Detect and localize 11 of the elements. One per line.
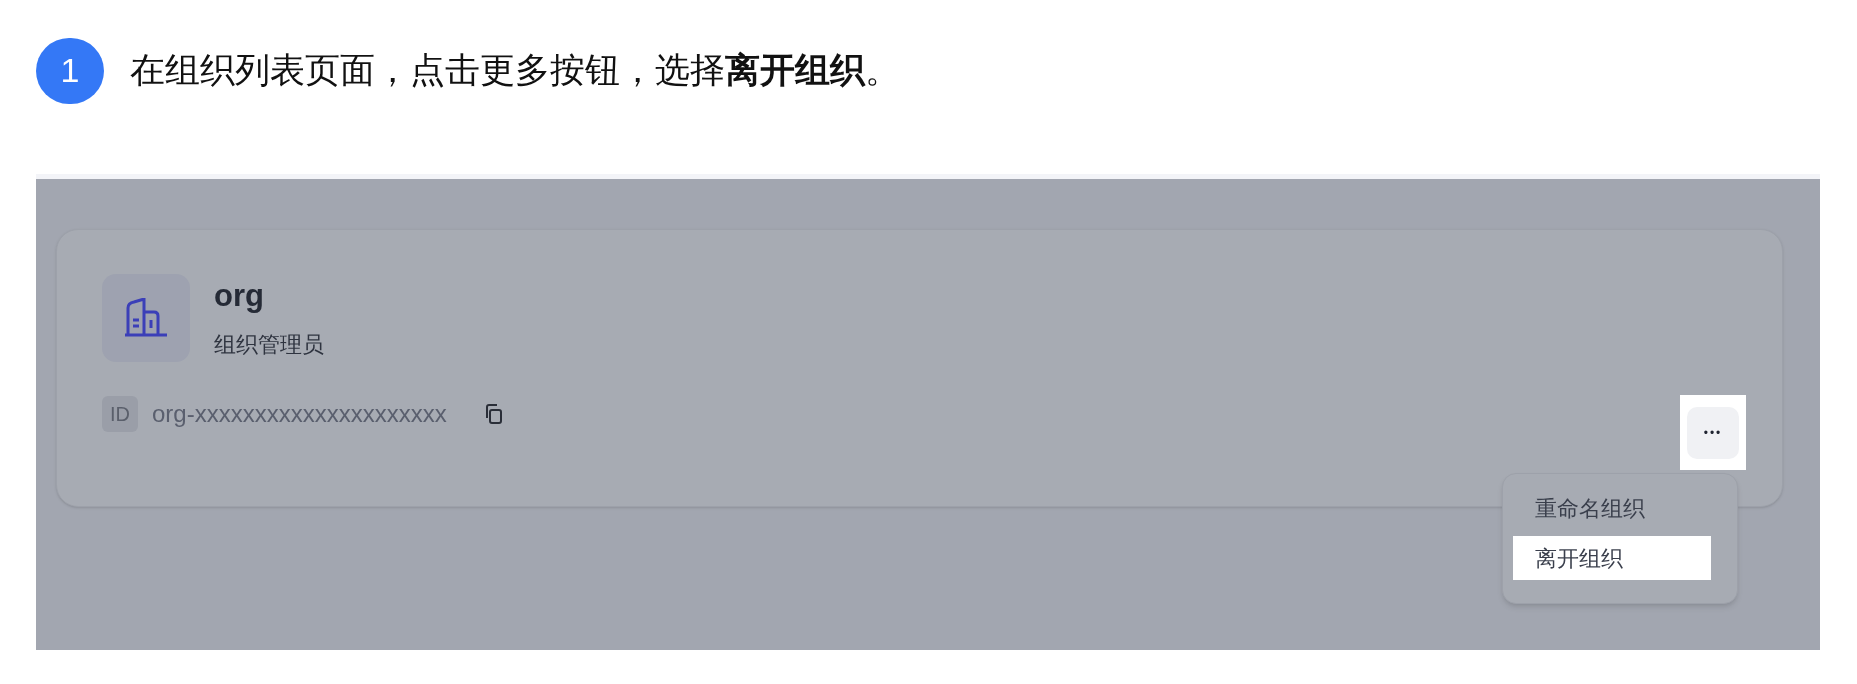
instruction-text: 在组织列表页面，点击更多按钮，选择离开组织。	[130, 49, 900, 92]
menu-item[interactable]: 离开组织	[1513, 536, 1711, 580]
more-button[interactable]: •••	[1687, 406, 1739, 459]
copy-icon[interactable]	[484, 404, 503, 424]
org-name: org	[214, 277, 265, 315]
building-icon	[124, 298, 168, 338]
id-tag: ID	[102, 396, 138, 432]
org-id: org-xxxxxxxxxxxxxxxxxxxxx	[152, 399, 447, 429]
step-number-badge: 1	[36, 37, 104, 104]
org-role: 组织管理员	[214, 331, 324, 359]
menu-item[interactable]: 重命名组织	[1513, 486, 1711, 530]
